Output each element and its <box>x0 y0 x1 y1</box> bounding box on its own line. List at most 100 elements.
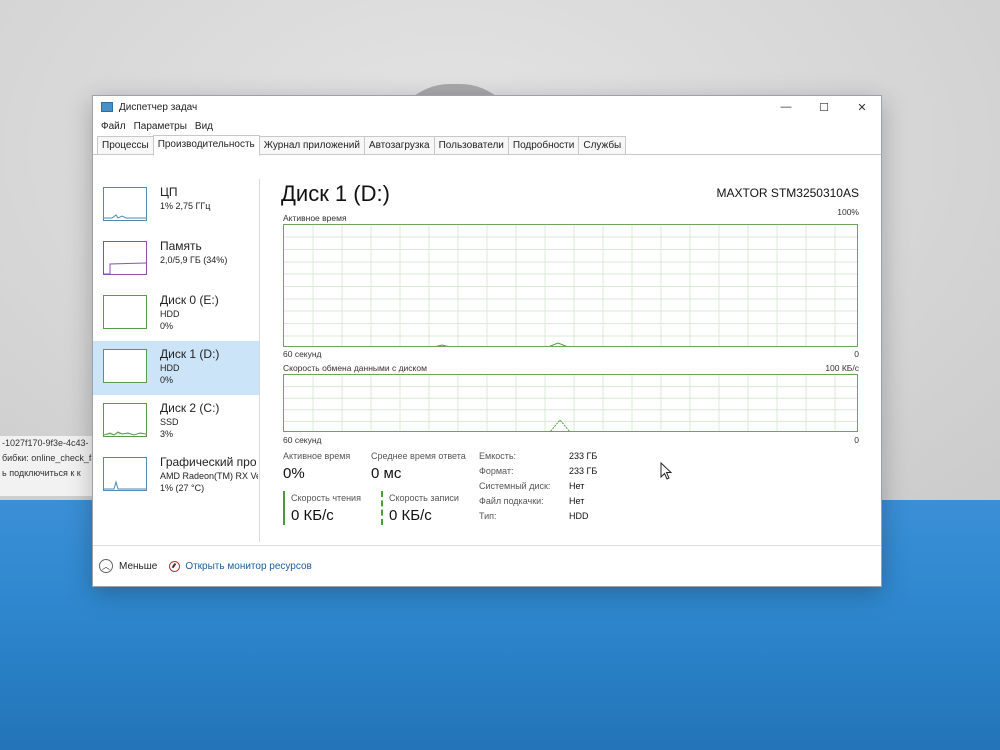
active-time-line <box>435 342 567 346</box>
tab-processes[interactable]: Процессы <box>97 136 154 154</box>
transfer-rate-grid <box>284 375 857 431</box>
footer-bar: ︿ Меньше Открыть монитор ресурсов <box>93 545 881 586</box>
disk0-thumbnail-graph <box>103 295 147 329</box>
tab-bar: Процессы Производительность Журнал прило… <box>93 135 881 156</box>
property-pagefile-key: Файл подкачки: <box>479 496 544 506</box>
active-time-graph-x-right: 0 <box>854 349 859 359</box>
active-time-label: Активное время <box>283 451 351 461</box>
minimize-button[interactable]: — <box>767 96 805 118</box>
sidebar-item-memory[interactable]: Память 2,0/5,9 ГБ (34%) <box>93 233 259 287</box>
property-pagefile-value: Нет <box>569 496 585 506</box>
open-resource-monitor-label: Открыть монитор ресурсов <box>185 560 312 572</box>
background-line: -1027f170-9f3e-4c43- <box>2 438 89 448</box>
fewer-details-button[interactable]: ︿ Меньше <box>99 559 157 573</box>
disk1-thumbnail-graph <box>103 349 147 383</box>
tab-services[interactable]: Службы <box>578 136 627 154</box>
read-speed-value: 0 КБ/с <box>291 507 334 524</box>
property-type-value: HDD <box>569 511 589 521</box>
sidebar-item-title: ЦП <box>160 185 178 199</box>
menu-file[interactable]: Файл <box>101 118 126 136</box>
sidebar-item-title: Память <box>160 239 202 253</box>
active-time-graph <box>283 224 858 347</box>
disk-model: MAXTOR STM3250310AS <box>716 186 859 200</box>
active-time-grid <box>284 225 857 346</box>
menu-view[interactable]: Вид <box>195 118 213 136</box>
active-time-graph-max: 100% <box>837 207 859 217</box>
sidebar-item-cpu[interactable]: ЦП 1% 2,75 ГГц <box>93 179 259 233</box>
background-line: ь подключиться к к <box>2 468 81 478</box>
sidebar-item-disk0[interactable]: Диск 0 (E:) HDD 0% <box>93 287 259 341</box>
tab-details[interactable]: Подробности <box>507 136 580 154</box>
sidebar-item-text: Диск 0 (E:) HDD 0% <box>160 293 258 332</box>
sidebar-item-detail: AMD Radeon(TM) RX Ve <box>160 471 258 481</box>
property-format-value: 233 ГБ <box>569 466 598 476</box>
menu-bar: Файл Параметры Вид <box>93 118 881 136</box>
disk2-thumbnail-graph <box>103 403 147 437</box>
active-time-graph-label: Активное время <box>283 213 347 223</box>
sidebar-item-detail: 1% 2,75 ГГц <box>160 201 211 211</box>
active-time-graph-x-left: 60 секунд <box>283 349 322 359</box>
active-time-value: 0% <box>283 465 305 482</box>
memory-thumbnail-graph <box>103 241 147 275</box>
disk-details-panel: Диск 1 (D:) MAXTOR STM3250310AS Активное… <box>279 179 859 539</box>
sidebar-item-text: ЦП 1% 2,75 ГГц <box>160 185 258 212</box>
sidebar-item-usage: 0% <box>160 321 174 331</box>
transfer-graph-max: 100 КБ/с <box>825 363 859 373</box>
response-time-label: Среднее время ответа <box>371 451 466 461</box>
window-title: Диспетчер задач <box>119 101 198 113</box>
write-speed-indicator <box>381 491 383 525</box>
sidebar-item-disk2[interactable]: Диск 2 (C:) SSD 3% <box>93 395 259 449</box>
sidebar-item-detail: HDD <box>160 309 180 319</box>
task-manager-window: Диспетчер задач — ☐ ✕ Файл Параметры Вид… <box>92 95 882 587</box>
title-bar[interactable]: Диспетчер задач — ☐ ✕ <box>93 96 881 118</box>
sidebar-item-detail: 2,0/5,9 ГБ (34%) <box>160 255 228 265</box>
disk-title: Диск 1 (D:) <box>281 181 390 206</box>
background-line: бибки: online_check_fail <box>2 453 95 463</box>
response-time-value: 0 мс <box>371 465 402 482</box>
window-controls: — ☐ ✕ <box>767 96 881 118</box>
sidebar-item-title: Диск 1 (D:) <box>160 347 220 361</box>
property-system-disk-value: Нет <box>569 481 585 491</box>
sidebar-item-usage: 1% (27 °C) <box>160 483 205 493</box>
property-capacity-value: 233 ГБ <box>569 451 598 461</box>
sidebar-item-gpu[interactable]: Графический про AMD Radeon(TM) RX Ve 1% … <box>93 449 259 503</box>
read-speed-indicator <box>283 491 285 525</box>
task-manager-icon <box>101 102 113 112</box>
sidebar-item-text: Диск 2 (C:) SSD 3% <box>160 401 258 440</box>
mouse-cursor-icon <box>660 462 673 480</box>
sidebar-item-disk1[interactable]: Диск 1 (D:) HDD 0% <box>93 341 259 395</box>
property-capacity-key: Емкость: <box>479 451 517 461</box>
tab-startup[interactable]: Автозагрузка <box>363 136 435 154</box>
sidebar-item-detail: HDD <box>160 363 180 373</box>
tab-performance[interactable]: Производительность <box>152 135 260 156</box>
transfer-graph-label: Скорость обмена данными с диском <box>283 363 427 373</box>
fewer-details-label: Меньше <box>119 560 158 572</box>
active-time-graph-plot <box>284 225 857 346</box>
close-button[interactable]: ✕ <box>843 96 881 118</box>
sidebar-item-text: Диск 1 (D:) HDD 0% <box>160 347 258 386</box>
sidebar-item-usage: 0% <box>160 375 174 385</box>
menu-options[interactable]: Параметры <box>134 118 187 136</box>
read-speed-label: Скорость чтения <box>291 493 361 503</box>
sidebar-item-title: Диск 2 (C:) <box>160 401 220 415</box>
performance-sidebar: ЦП 1% 2,75 ГГц Память 2,0/5,9 ГБ (34%) Д… <box>93 179 260 542</box>
sidebar-item-title: Графический про <box>160 455 257 469</box>
sidebar-item-detail: SSD <box>160 417 179 427</box>
background-window-text: -1027f170-9f3e-4c43- бибки: online_check… <box>0 436 95 496</box>
tab-app-history[interactable]: Журнал приложений <box>258 136 365 154</box>
tab-users[interactable]: Пользователи <box>433 136 509 154</box>
sidebar-item-text: Память 2,0/5,9 ГБ (34%) <box>160 239 258 266</box>
property-system-disk-key: Системный диск: <box>479 481 551 491</box>
disk-stats: Активное время 0% Среднее время ответа 0… <box>283 451 863 541</box>
maximize-button[interactable]: ☐ <box>805 96 843 118</box>
write-speed-value: 0 КБ/с <box>389 507 432 524</box>
write-speed-label: Скорость записи <box>389 493 459 503</box>
gpu-thumbnail-graph <box>103 457 147 491</box>
property-type-key: Тип: <box>479 511 497 521</box>
transfer-graph-x-right: 0 <box>854 435 859 445</box>
open-resource-monitor-link[interactable]: Открыть монитор ресурсов <box>169 560 312 572</box>
cpu-thumbnail-graph <box>103 187 147 221</box>
sidebar-item-text: Графический про AMD Radeon(TM) RX Ve 1% … <box>160 455 258 494</box>
resource-monitor-icon <box>169 560 181 572</box>
sidebar-item-title: Диск 0 (E:) <box>160 293 219 307</box>
